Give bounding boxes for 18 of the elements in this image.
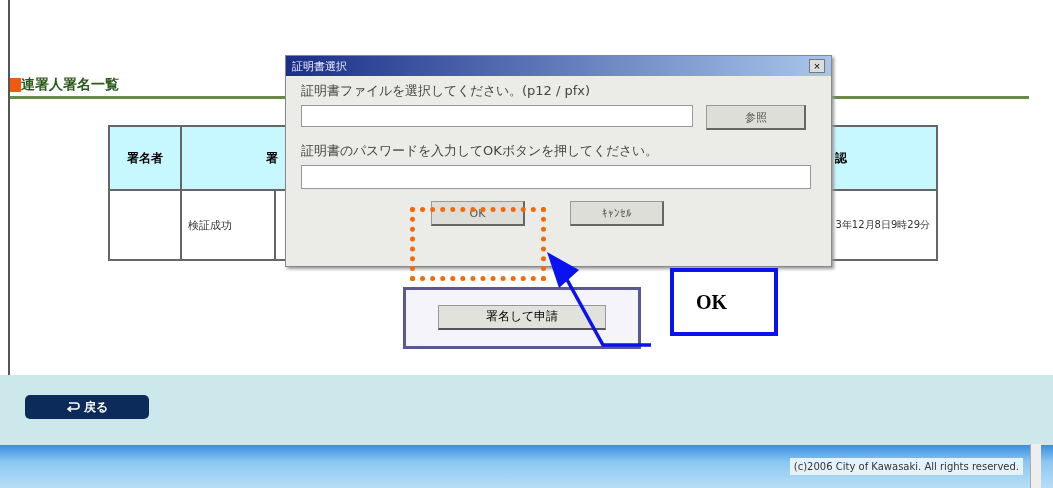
return-arrow-icon: [66, 402, 80, 412]
section-title: 連署人署名一覧: [21, 76, 119, 94]
table-cell: [109, 190, 181, 260]
dialog-title: 証明書選択: [292, 58, 347, 74]
file-path-field[interactable]: [301, 105, 693, 127]
cancel-button[interactable]: ｷｬﾝｾﾙ: [570, 201, 664, 226]
copyright-text: (c)2006 City of Kawasaki. All rights reserved.: [789, 458, 1023, 475]
callout-text: OK: [696, 290, 728, 314]
close-button[interactable]: ×: [809, 59, 825, 73]
back-button[interactable]: 戻る: [25, 395, 149, 419]
password-field[interactable]: [301, 165, 811, 189]
field-label: 証明書のパスワードを入力してOKボタンを押してください。: [301, 142, 659, 160]
field-label: 証明書ファイルを選択してください。(p12 / pfx): [301, 82, 592, 100]
browse-button[interactable]: 参照: [706, 105, 806, 130]
scrollbar[interactable]: [1030, 444, 1041, 488]
column-header: 署名者: [109, 126, 181, 190]
table-cell: 検証成功: [181, 190, 275, 260]
submit-button[interactable]: 署名して申請: [438, 304, 606, 330]
